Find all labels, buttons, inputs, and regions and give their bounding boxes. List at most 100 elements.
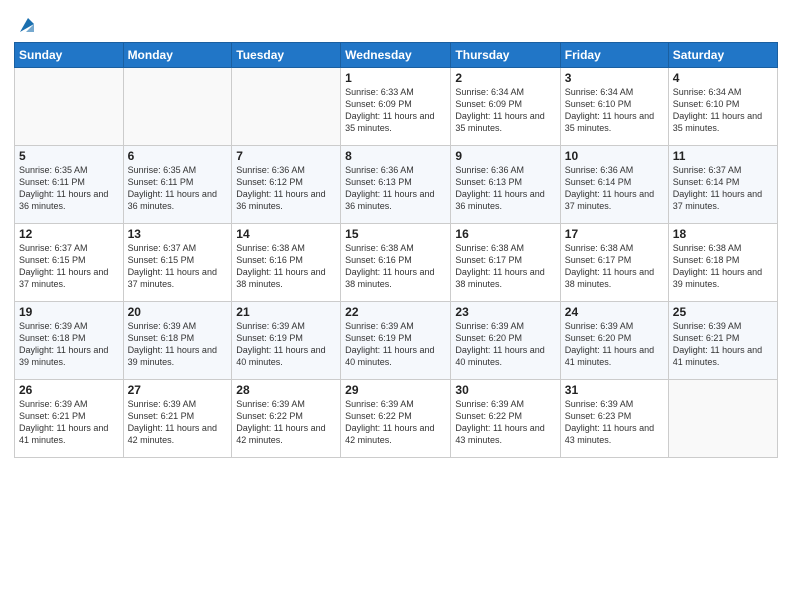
day-info: Sunrise: 6:38 AM Sunset: 6:16 PM Dayligh… [345,242,446,291]
calendar-cell: 14Sunrise: 6:38 AM Sunset: 6:16 PM Dayli… [232,224,341,302]
day-number: 2 [455,71,555,85]
day-info: Sunrise: 6:37 AM Sunset: 6:15 PM Dayligh… [19,242,119,291]
col-header-saturday: Saturday [668,43,777,68]
day-info: Sunrise: 6:38 AM Sunset: 6:17 PM Dayligh… [455,242,555,291]
calendar-cell: 19Sunrise: 6:39 AM Sunset: 6:18 PM Dayli… [15,302,124,380]
calendar-cell: 24Sunrise: 6:39 AM Sunset: 6:20 PM Dayli… [560,302,668,380]
calendar-cell: 13Sunrise: 6:37 AM Sunset: 6:15 PM Dayli… [123,224,232,302]
day-number: 26 [19,383,119,397]
calendar-cell: 25Sunrise: 6:39 AM Sunset: 6:21 PM Dayli… [668,302,777,380]
day-number: 7 [236,149,336,163]
day-info: Sunrise: 6:36 AM Sunset: 6:13 PM Dayligh… [345,164,446,213]
day-number: 18 [673,227,773,241]
day-info: Sunrise: 6:39 AM Sunset: 6:22 PM Dayligh… [236,398,336,447]
day-info: Sunrise: 6:37 AM Sunset: 6:15 PM Dayligh… [128,242,228,291]
day-number: 6 [128,149,228,163]
calendar-week-4: 19Sunrise: 6:39 AM Sunset: 6:18 PM Dayli… [15,302,778,380]
logo [14,14,38,36]
day-info: Sunrise: 6:36 AM Sunset: 6:14 PM Dayligh… [565,164,664,213]
day-number: 15 [345,227,446,241]
calendar-week-3: 12Sunrise: 6:37 AM Sunset: 6:15 PM Dayli… [15,224,778,302]
calendar-week-5: 26Sunrise: 6:39 AM Sunset: 6:21 PM Dayli… [15,380,778,458]
calendar-cell: 27Sunrise: 6:39 AM Sunset: 6:21 PM Dayli… [123,380,232,458]
day-number: 24 [565,305,664,319]
calendar-cell: 21Sunrise: 6:39 AM Sunset: 6:19 PM Dayli… [232,302,341,380]
calendar-table: SundayMondayTuesdayWednesdayThursdayFrid… [14,42,778,458]
day-info: Sunrise: 6:35 AM Sunset: 6:11 PM Dayligh… [19,164,119,213]
day-number: 27 [128,383,228,397]
day-number: 14 [236,227,336,241]
day-number: 17 [565,227,664,241]
day-number: 22 [345,305,446,319]
calendar-cell [232,68,341,146]
calendar-header-row: SundayMondayTuesdayWednesdayThursdayFrid… [15,43,778,68]
day-number: 10 [565,149,664,163]
page-container: SundayMondayTuesdayWednesdayThursdayFrid… [0,0,792,468]
calendar-cell: 31Sunrise: 6:39 AM Sunset: 6:23 PM Dayli… [560,380,668,458]
calendar-cell: 12Sunrise: 6:37 AM Sunset: 6:15 PM Dayli… [15,224,124,302]
col-header-monday: Monday [123,43,232,68]
day-number: 23 [455,305,555,319]
calendar-cell: 3Sunrise: 6:34 AM Sunset: 6:10 PM Daylig… [560,68,668,146]
col-header-thursday: Thursday [451,43,560,68]
day-number: 3 [565,71,664,85]
day-number: 29 [345,383,446,397]
calendar-cell: 28Sunrise: 6:39 AM Sunset: 6:22 PM Dayli… [232,380,341,458]
day-number: 1 [345,71,446,85]
calendar-cell [15,68,124,146]
calendar-cell: 11Sunrise: 6:37 AM Sunset: 6:14 PM Dayli… [668,146,777,224]
day-info: Sunrise: 6:39 AM Sunset: 6:19 PM Dayligh… [345,320,446,369]
day-number: 20 [128,305,228,319]
day-number: 5 [19,149,119,163]
col-header-friday: Friday [560,43,668,68]
header [14,10,778,36]
calendar-cell: 7Sunrise: 6:36 AM Sunset: 6:12 PM Daylig… [232,146,341,224]
calendar-cell: 26Sunrise: 6:39 AM Sunset: 6:21 PM Dayli… [15,380,124,458]
day-number: 21 [236,305,336,319]
calendar-cell: 5Sunrise: 6:35 AM Sunset: 6:11 PM Daylig… [15,146,124,224]
col-header-tuesday: Tuesday [232,43,341,68]
calendar-cell [668,380,777,458]
calendar-cell: 9Sunrise: 6:36 AM Sunset: 6:13 PM Daylig… [451,146,560,224]
day-info: Sunrise: 6:39 AM Sunset: 6:23 PM Dayligh… [565,398,664,447]
calendar-cell: 15Sunrise: 6:38 AM Sunset: 6:16 PM Dayli… [341,224,451,302]
calendar-week-1: 1Sunrise: 6:33 AM Sunset: 6:09 PM Daylig… [15,68,778,146]
day-number: 25 [673,305,773,319]
day-info: Sunrise: 6:39 AM Sunset: 6:21 PM Dayligh… [19,398,119,447]
day-info: Sunrise: 6:36 AM Sunset: 6:13 PM Dayligh… [455,164,555,213]
day-number: 28 [236,383,336,397]
calendar-cell: 30Sunrise: 6:39 AM Sunset: 6:22 PM Dayli… [451,380,560,458]
day-number: 4 [673,71,773,85]
calendar-cell: 10Sunrise: 6:36 AM Sunset: 6:14 PM Dayli… [560,146,668,224]
day-info: Sunrise: 6:34 AM Sunset: 6:10 PM Dayligh… [565,86,664,135]
day-info: Sunrise: 6:39 AM Sunset: 6:21 PM Dayligh… [673,320,773,369]
day-number: 31 [565,383,664,397]
calendar-week-2: 5Sunrise: 6:35 AM Sunset: 6:11 PM Daylig… [15,146,778,224]
day-info: Sunrise: 6:39 AM Sunset: 6:20 PM Dayligh… [565,320,664,369]
calendar-cell: 20Sunrise: 6:39 AM Sunset: 6:18 PM Dayli… [123,302,232,380]
day-number: 19 [19,305,119,319]
calendar-cell: 23Sunrise: 6:39 AM Sunset: 6:20 PM Dayli… [451,302,560,380]
day-info: Sunrise: 6:38 AM Sunset: 6:16 PM Dayligh… [236,242,336,291]
calendar-cell: 22Sunrise: 6:39 AM Sunset: 6:19 PM Dayli… [341,302,451,380]
day-number: 11 [673,149,773,163]
calendar-cell: 6Sunrise: 6:35 AM Sunset: 6:11 PM Daylig… [123,146,232,224]
calendar-cell [123,68,232,146]
calendar-cell: 16Sunrise: 6:38 AM Sunset: 6:17 PM Dayli… [451,224,560,302]
day-info: Sunrise: 6:39 AM Sunset: 6:18 PM Dayligh… [128,320,228,369]
day-info: Sunrise: 6:33 AM Sunset: 6:09 PM Dayligh… [345,86,446,135]
calendar-cell: 2Sunrise: 6:34 AM Sunset: 6:09 PM Daylig… [451,68,560,146]
day-info: Sunrise: 6:39 AM Sunset: 6:22 PM Dayligh… [345,398,446,447]
day-info: Sunrise: 6:36 AM Sunset: 6:12 PM Dayligh… [236,164,336,213]
day-info: Sunrise: 6:39 AM Sunset: 6:18 PM Dayligh… [19,320,119,369]
calendar-cell: 17Sunrise: 6:38 AM Sunset: 6:17 PM Dayli… [560,224,668,302]
day-number: 9 [455,149,555,163]
day-info: Sunrise: 6:38 AM Sunset: 6:17 PM Dayligh… [565,242,664,291]
day-number: 30 [455,383,555,397]
logo-icon [16,14,38,36]
col-header-sunday: Sunday [15,43,124,68]
calendar-cell: 1Sunrise: 6:33 AM Sunset: 6:09 PM Daylig… [341,68,451,146]
day-number: 13 [128,227,228,241]
day-info: Sunrise: 6:39 AM Sunset: 6:21 PM Dayligh… [128,398,228,447]
day-info: Sunrise: 6:37 AM Sunset: 6:14 PM Dayligh… [673,164,773,213]
